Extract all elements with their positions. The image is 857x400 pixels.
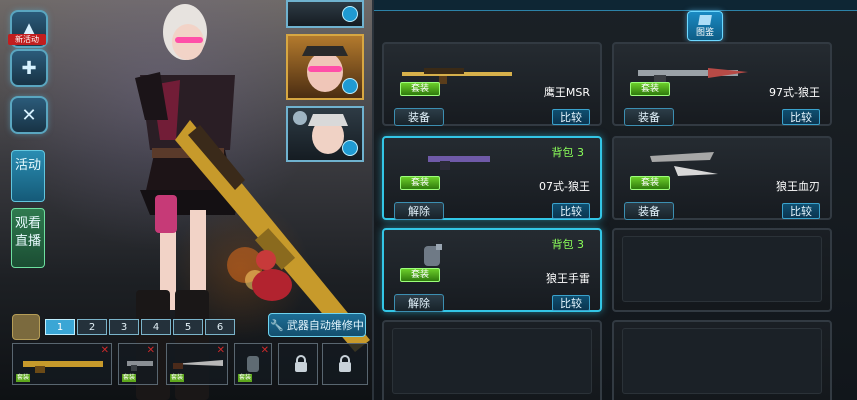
character-portrait-3[interactable] (286, 106, 364, 162)
set-badge: 套装 (16, 374, 30, 382)
new-event-badge: 新活动 (8, 34, 46, 45)
loadout-slot-primary[interactable]: 套装 ✕ (12, 343, 112, 385)
weapon-card-07[interactable]: 背包 3 套装 07式-狼王 解除 比较 (382, 136, 602, 220)
weapon-card-msr[interactable]: 套装 鹰王MSR 装备 比较 (382, 42, 602, 126)
compare-button[interactable]: 比较 (782, 109, 820, 125)
weapon-card-empty (612, 228, 832, 312)
compare-button[interactable]: 比较 (552, 295, 590, 311)
empty-slot (622, 236, 822, 302)
loadout-tab-2[interactable]: 2 (77, 319, 107, 335)
loadout-slot-secondary[interactable]: 套装 ✕ (118, 343, 158, 385)
loadout-tab-4[interactable]: 4 (141, 319, 171, 335)
weapon-name: 狼王血刃 (776, 180, 820, 193)
set-tag: 套装 (400, 82, 440, 96)
loadout-tab-6[interactable]: 6 (205, 319, 235, 335)
weapon-name: 狼王手雷 (546, 272, 590, 285)
weapon-name: 97式-狼王 (769, 86, 820, 99)
remove-icon[interactable]: ✕ (261, 345, 269, 356)
crossed-swords-icon: ✕ (21, 104, 37, 126)
lock-icon (295, 355, 307, 372)
unequip-button[interactable]: 解除 (394, 294, 444, 312)
compare-button[interactable]: 比较 (782, 203, 820, 219)
lock-icon (339, 355, 351, 372)
set-badge: 套装 (238, 374, 252, 382)
character-scene: ▲ 新活动 ✚ ✕ 活动 观看直播 🔧 武器自动维修中 1 2 3 4 5 6 … (0, 0, 372, 400)
set-badge: 套装 (122, 374, 136, 382)
wrench-icon[interactable] (342, 78, 358, 94)
loadout-slot-locked-2 (322, 343, 368, 385)
loadout-tab-3[interactable]: 3 (109, 319, 139, 335)
controller-button[interactable]: ✚ (10, 49, 48, 87)
backpack-tag: 背包 3 (551, 146, 585, 159)
loadout-slot-grenade[interactable]: 套装 ✕ (234, 343, 272, 385)
pistol-image (428, 156, 490, 170)
remove-icon[interactable]: ✕ (217, 345, 225, 356)
game-screen: ▲ 新活动 ✚ ✕ 活动 观看直播 🔧 武器自动维修中 1 2 3 4 5 6 … (0, 0, 857, 400)
equip-button[interactable]: 装备 (394, 108, 444, 126)
codex-label: 图鉴 (695, 28, 714, 38)
armory-panel: 图鉴 套装 鹰王MSR 装备 比较 套装 97式-狼王 装备 比较 背包 3 套… (372, 0, 857, 400)
tab-watch-live[interactable]: 观看直播 (11, 208, 45, 268)
weapon-card-grenade[interactable]: 背包 3 套装 狼王手雷 解除 比较 (382, 228, 602, 312)
remove-icon[interactable]: ✕ (147, 345, 155, 356)
equip-button[interactable]: 装备 (624, 108, 674, 126)
weapon-card-blade[interactable]: 套装 狼王血刃 装备 比较 (612, 136, 832, 220)
empty-slot (392, 328, 592, 394)
dpad-icon: ✚ (21, 57, 37, 79)
backpack-icon[interactable] (12, 314, 40, 340)
wrench-icon[interactable] (342, 6, 358, 22)
set-badge: 套装 (170, 374, 184, 382)
weapon-card-97[interactable]: 套装 97式-狼王 装备 比较 (612, 42, 832, 126)
weapon-card-empty (382, 320, 602, 400)
rifle-icon (23, 361, 103, 373)
weapons-button[interactable]: ✕ (10, 96, 48, 134)
set-tag: 套装 (630, 176, 670, 190)
equip-button[interactable]: 装备 (624, 202, 674, 220)
panel-header-bar (374, 0, 857, 11)
character-portrait-1[interactable] (286, 0, 364, 28)
tab-activity-label: 活动 (14, 158, 41, 173)
tab-activity[interactable]: 活动 (11, 150, 45, 202)
set-tag: 套装 (400, 268, 440, 282)
auto-repair-button[interactable]: 🔧 武器自动维修中 (268, 313, 366, 337)
loadout-slot-locked-1 (278, 343, 318, 385)
tab-watch-live-label: 观看直播 (14, 216, 41, 249)
loadout-slot-melee[interactable]: 套装 ✕ (166, 343, 228, 385)
compare-button[interactable]: 比较 (552, 203, 590, 219)
auto-repair-label: 武器自动维修中 (286, 319, 364, 332)
set-tag: 套装 (400, 176, 440, 190)
grenade-image (424, 244, 442, 266)
knife-icon (173, 360, 223, 369)
loadout-tab-5[interactable]: 5 (173, 319, 203, 335)
loadout-tab-1[interactable]: 1 (45, 319, 75, 335)
character-portrait-2[interactable] (286, 34, 364, 100)
backpack-tag: 背包 3 (551, 238, 585, 251)
compare-button[interactable]: 比较 (552, 109, 590, 125)
pistol-icon (127, 361, 153, 371)
codex-button[interactable]: 图鉴 (687, 11, 723, 41)
unequip-button[interactable]: 解除 (394, 202, 444, 220)
book-icon (698, 15, 712, 25)
set-tag: 套装 (630, 82, 670, 96)
weapon-name: 07式-狼王 (539, 180, 590, 193)
empty-slot (622, 328, 822, 394)
weapon-card-empty (612, 320, 832, 400)
wrench-icon[interactable] (342, 140, 358, 156)
wrench-icon: 🔧 (270, 318, 284, 332)
weapon-name: 鹰王MSR (543, 86, 590, 99)
remove-icon[interactable]: ✕ (101, 345, 109, 356)
